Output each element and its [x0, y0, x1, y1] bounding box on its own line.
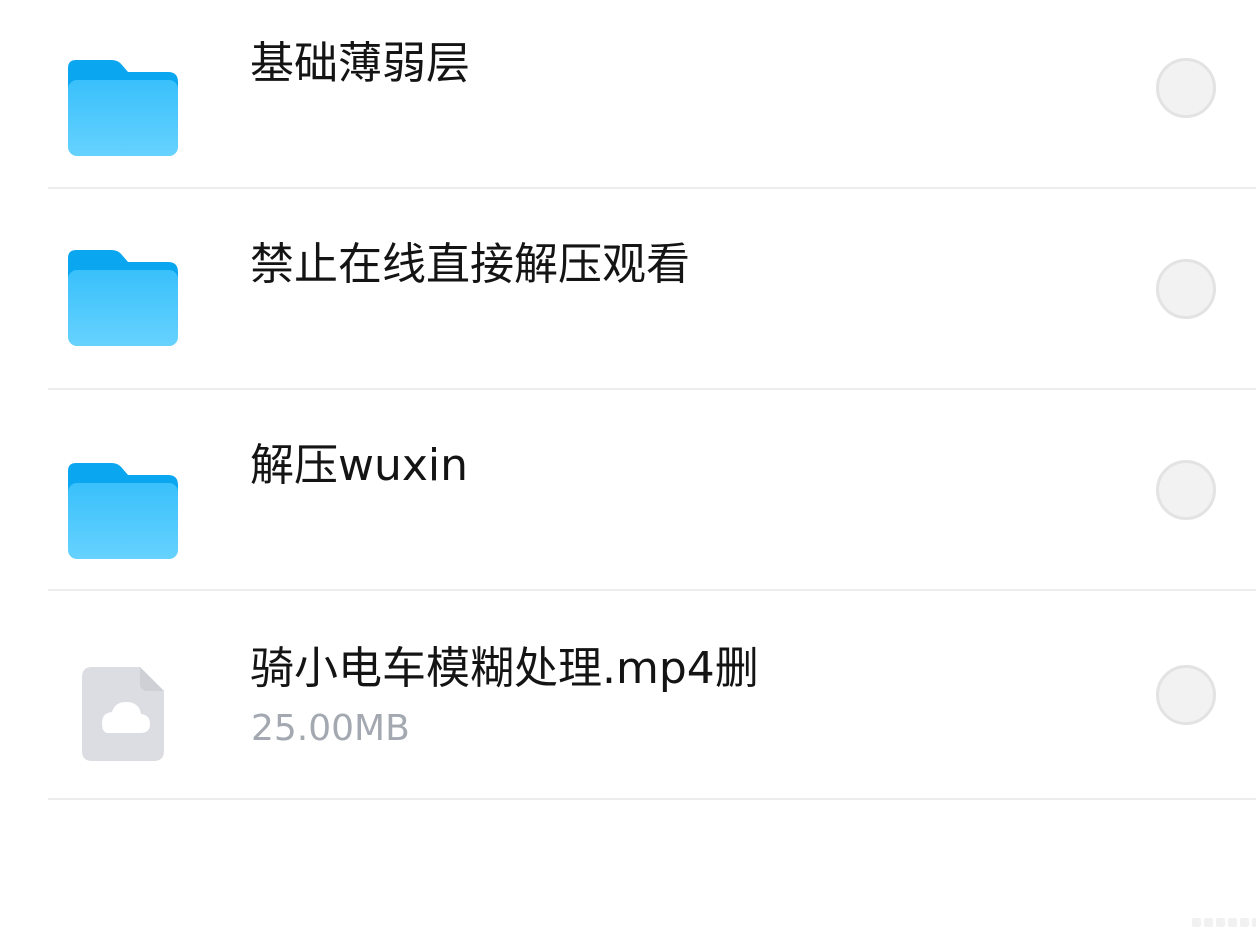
file-name: 骑小电车模糊处理.mp4删 [250, 643, 759, 694]
watermark [1192, 918, 1256, 927]
folder-icon [68, 250, 178, 346]
cloud-file-icon [82, 667, 164, 761]
file-row-folder-1[interactable]: 基础薄弱层 [0, 0, 1256, 189]
select-radio[interactable] [1156, 460, 1216, 520]
file-name: 基础薄弱层 [250, 38, 470, 89]
file-row-folder-3[interactable]: 解压wuxin [0, 390, 1256, 591]
folder-icon [68, 463, 178, 559]
file-row-video[interactable]: 骑小电车模糊处理.mp4删 25.00MB [0, 591, 1256, 800]
file-row-folder-2[interactable]: 禁止在线直接解压观看 [0, 189, 1256, 390]
folder-icon [68, 60, 178, 156]
file-size: 25.00MB [251, 708, 410, 749]
select-radio[interactable] [1156, 58, 1216, 118]
select-radio[interactable] [1156, 665, 1216, 725]
divider [48, 798, 1256, 800]
file-list: 基础薄弱层 禁止在线直接解压观看 解压wuxin 骑小电车模糊处理.mp4删 2… [0, 0, 1256, 800]
select-radio[interactable] [1156, 259, 1216, 319]
file-name: 解压wuxin [250, 440, 469, 491]
file-name: 禁止在线直接解压观看 [250, 239, 690, 290]
